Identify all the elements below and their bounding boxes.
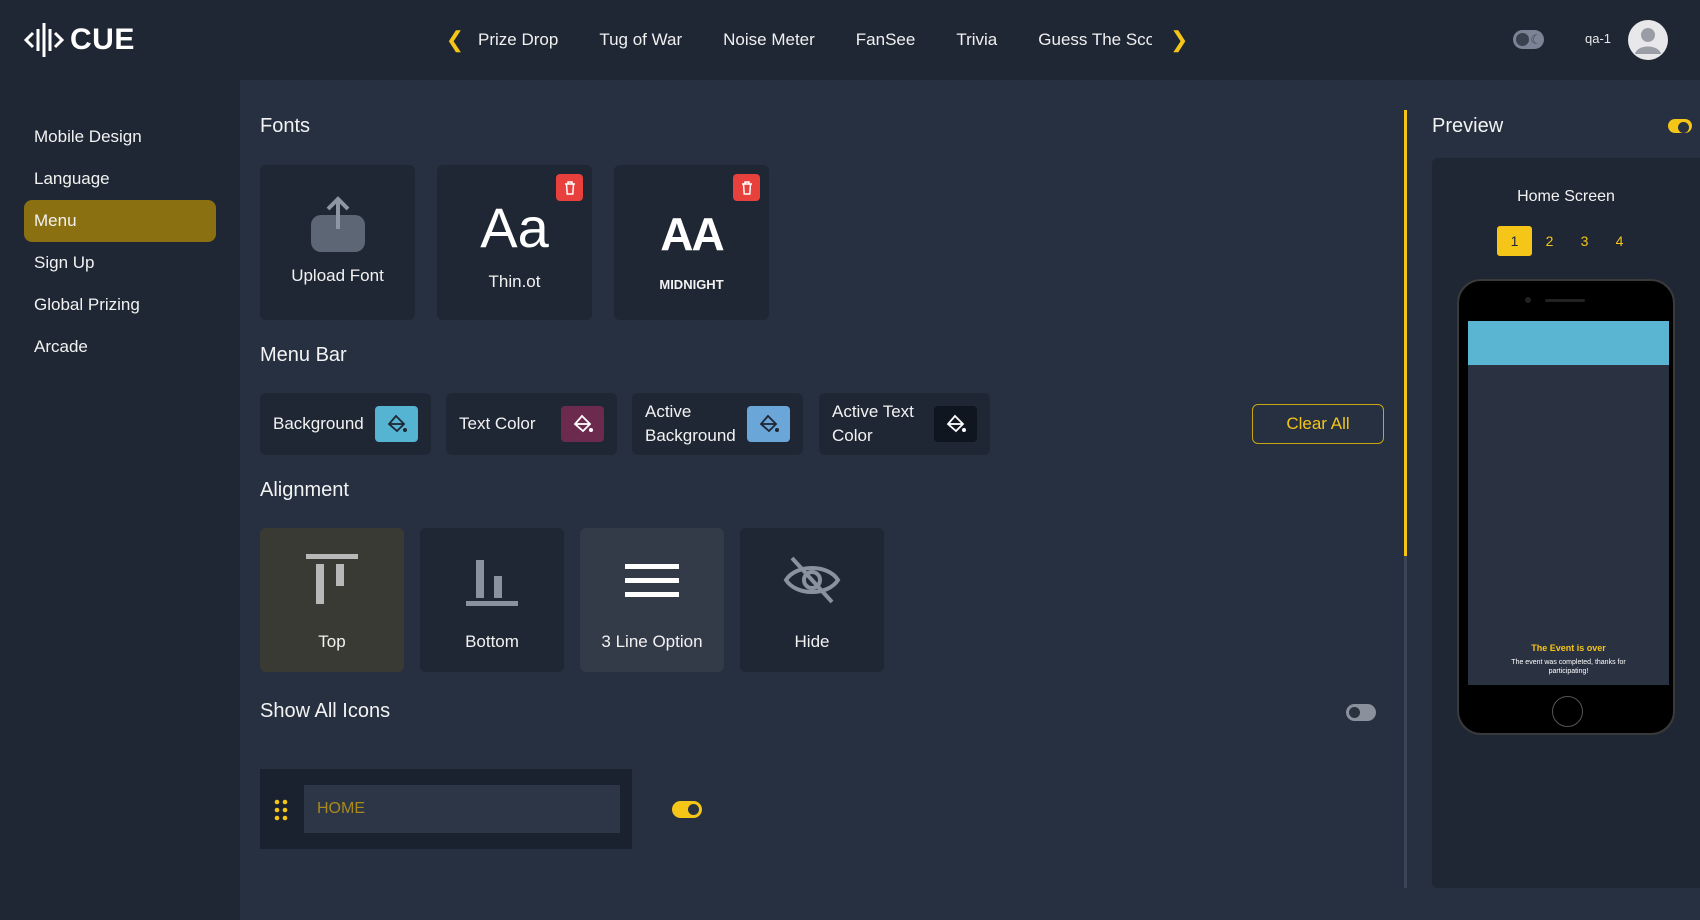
three-line-option[interactable]: 3 Line Option [580, 528, 724, 672]
cue-logo-icon [24, 23, 64, 57]
align-label: Hide [794, 632, 830, 651]
tab-trivia[interactable]: Trivia [956, 30, 997, 50]
upload-font-button[interactable]: Upload Font [260, 165, 415, 320]
game-tabs: ❮ Prize Drop Tug of War Noise Meter FanS… [440, 20, 1194, 60]
phone-screen: The Event is over The event was complete… [1468, 321, 1669, 685]
preview-menu-bar [1468, 321, 1669, 365]
event-over-message: The event was completed, thanks for part… [1511, 659, 1626, 675]
preview-screen-title: Home Screen [1517, 188, 1615, 205]
preview-toggle[interactable] [1668, 119, 1692, 133]
phone-mockup: The Event is over The event was complete… [1457, 279, 1675, 735]
eye-off-icon [783, 556, 841, 604]
color-label: Text Color [459, 414, 536, 433]
sidebar-item-sign-up[interactable]: Sign Up [24, 242, 216, 284]
sidebar-item-global-prizing[interactable]: Global Prizing [24, 284, 216, 326]
text-color-picker[interactable]: Text Color [446, 393, 617, 455]
phone-camera [1525, 297, 1531, 303]
paint-bucket-icon[interactable] [747, 406, 790, 442]
username: qa-1 [1585, 31, 1612, 46]
chevron-left-icon[interactable]: ❮ [440, 27, 470, 53]
align-top-icon [306, 554, 358, 604]
alignment-title: Alignment [260, 479, 349, 501]
tab-noise-meter[interactable]: Noise Meter [723, 30, 815, 50]
moon-icon: ☾ [1530, 32, 1542, 47]
drag-handle-icon[interactable] [274, 799, 288, 821]
paint-bucket-icon[interactable] [375, 406, 418, 442]
event-over-title: The Event is over [1531, 643, 1606, 653]
color-label: Active Background [645, 402, 736, 445]
preview-title: Preview [1432, 115, 1504, 137]
font-preview-thin: Aa [480, 196, 549, 259]
page-button[interactable]: 3 [1567, 226, 1602, 256]
font-card-thin[interactable]: Aa Thin.ot [437, 165, 592, 320]
show-all-icons-toggle[interactable] [1346, 704, 1376, 721]
panel-scrollbar-thumb[interactable] [1404, 110, 1407, 556]
sidebar-item-arcade[interactable]: Arcade [24, 326, 216, 368]
tab-guess-the-score[interactable]: Guess The Sco [1038, 30, 1152, 50]
user-icon[interactable] [1628, 20, 1668, 60]
brand-name: CUE [70, 23, 135, 56]
fonts-title: Fonts [260, 115, 311, 137]
font-name-midnight: MIDNIGHT [659, 277, 724, 292]
align-label: Bottom [465, 632, 519, 651]
align-bottom-icon [466, 560, 518, 606]
active-text-color-picker[interactable]: Active Text Color [819, 393, 990, 455]
phone-speaker [1545, 299, 1585, 302]
menu-item-input[interactable] [304, 785, 620, 833]
paint-bucket-icon[interactable] [934, 406, 977, 442]
page-button[interactable]: 1 [1497, 226, 1532, 256]
preview-pagination: 1 2 3 4 [1497, 226, 1637, 256]
brand-logo[interactable]: CUE [24, 20, 135, 60]
menu-item-row [260, 769, 632, 849]
align-top-option[interactable]: Top [260, 528, 404, 672]
color-label: Background [273, 414, 364, 433]
color-label: Active Text Color [832, 402, 914, 445]
tab-prize-drop[interactable]: Prize Drop [478, 30, 558, 50]
upload-font-label: Upload Font [291, 266, 384, 285]
menu-bar-title: Menu Bar [260, 344, 347, 366]
align-label: Top [318, 632, 346, 651]
sidebar-item-language[interactable]: Language [24, 158, 216, 200]
background-color-picker[interactable]: Background [260, 393, 431, 455]
hide-option[interactable]: Hide [740, 528, 884, 672]
upload-icon [311, 196, 365, 252]
sidebar-item-mobile-design[interactable]: Mobile Design [24, 116, 216, 158]
align-label: 3 Line Option [601, 632, 703, 651]
trash-icon[interactable] [556, 174, 583, 201]
trash-icon[interactable] [733, 174, 760, 201]
font-card-midnight[interactable]: AA MIDNIGHT [614, 165, 769, 320]
align-bottom-option[interactable]: Bottom [420, 528, 564, 672]
active-background-color-picker[interactable]: Active Background [632, 393, 803, 455]
show-all-icons-title: Show All Icons [260, 700, 391, 722]
font-preview-midnight: AA [660, 208, 724, 260]
font-name-thin: Thin.ot [488, 272, 541, 291]
page-button[interactable]: 2 [1532, 226, 1567, 256]
theme-toggle[interactable]: ☾ [1513, 30, 1544, 49]
top-bar: CUE ❮ Prize Drop Tug of War Noise Meter … [0, 0, 1700, 80]
paint-bucket-icon[interactable] [561, 406, 604, 442]
clear-all-button[interactable]: Clear All [1252, 404, 1384, 444]
tab-tug-of-war[interactable]: Tug of War [599, 30, 682, 50]
phone-home-button [1552, 696, 1583, 727]
sidebar-item-menu[interactable]: Menu [24, 200, 216, 242]
chevron-right-icon[interactable]: ❯ [1164, 27, 1194, 53]
page-button[interactable]: 4 [1602, 226, 1637, 256]
menu-item-toggle[interactable] [672, 801, 702, 818]
hamburger-icon [625, 564, 679, 597]
tab-fansee[interactable]: FanSee [856, 30, 916, 50]
